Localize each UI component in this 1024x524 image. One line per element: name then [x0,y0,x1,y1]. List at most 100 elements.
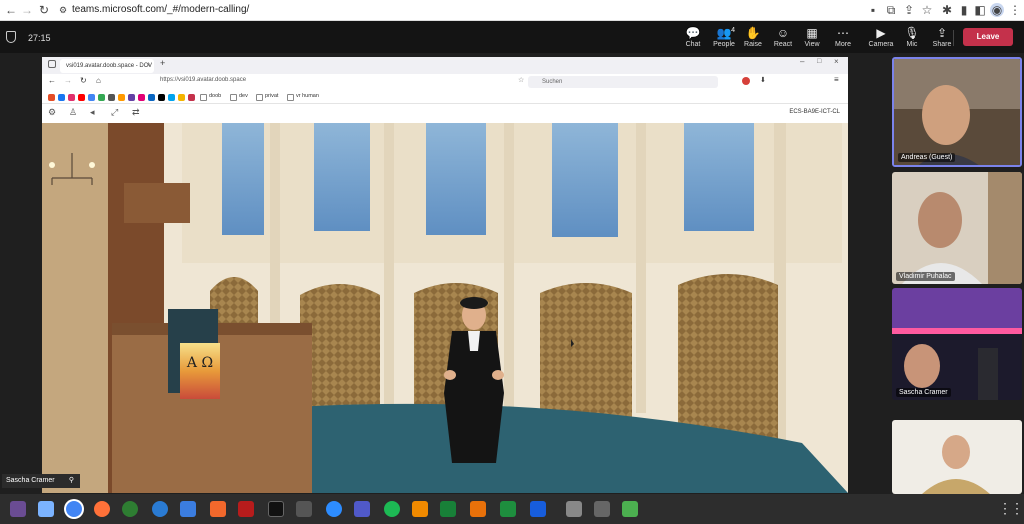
ff-search-field[interactable]: Suchen [528,76,718,88]
menu-icon[interactable]: ⋮ [1008,3,1022,17]
reading-list-icon[interactable]: ▮ [957,3,971,17]
ff-back-icon[interactable]: ← [48,76,56,85]
zoom-app-icon[interactable] [326,501,342,517]
side-panel-icon[interactable]: ◧ [973,3,987,17]
participant-name: Sascha Cramer [896,388,951,397]
bookmark-folder-vr-human[interactable]: vr human [296,93,319,99]
leave-button[interactable]: Leave [963,28,1013,46]
thunderbird-app-icon[interactable] [152,501,168,517]
ff-downloads-icon[interactable]: ⬇ [760,76,766,84]
vr-church-scene[interactable]: Α Ω [42,123,848,493]
participant-tile[interactable] [892,420,1022,494]
ff-extension-icon[interactable] [742,77,750,85]
toolbar-label: More [835,41,851,48]
software-app-icon[interactable] [210,501,226,517]
minimize-icon[interactable]: – [800,57,804,66]
ff-home-icon[interactable]: ⌂ [96,76,101,85]
terminal-app-icon[interactable] [268,501,284,517]
forward-icon[interactable]: → [20,3,34,17]
storage-icon[interactable] [594,501,610,517]
profile-avatar-icon[interactable]: ◉ [990,3,1004,17]
bookmark-icon[interactable] [168,94,175,101]
settings-icon[interactable]: ⚙ [48,107,56,118]
more-button[interactable]: ⋯ More [826,27,860,51]
participant-tile[interactable]: Andreas (Guest) [892,57,1022,167]
camera-button[interactable]: ▶ Camera [864,27,898,51]
zotero-app-icon[interactable] [238,501,254,517]
participant-video [892,288,1022,400]
ff-menu-icon[interactable]: ≡ [834,75,839,84]
participant-tile[interactable]: Vladimir Puhalac [892,172,1022,284]
bookmark-icon[interactable] [178,94,185,101]
bookmark-icon[interactable] [148,94,155,101]
participant-tile[interactable]: Sascha Cramer [892,288,1022,400]
display-icon[interactable]: ⇄ [132,107,140,118]
bookmark-icon[interactable] [188,94,195,101]
open-app-icon[interactable]: ⧉ [884,3,898,17]
vlc-app-icon[interactable] [412,501,428,517]
meeting-controls-bar: 27:15 💬 Chat 👥 4 People ✋ Raise ☺ React ▦ View ⋯ Mor… [0,21,1024,53]
bookmark-folder-doob[interactable]: doob [209,93,221,99]
mic-button[interactable]: 🎙 Mic [895,27,929,51]
teams-app-icon[interactable] [354,501,370,517]
bookmark-icon[interactable] [48,94,55,101]
extensions-icon[interactable]: ✱ [940,3,954,17]
spotify-app-icon[interactable] [384,501,400,517]
ff-reload-icon[interactable]: ↻ [80,76,87,85]
tool-app-icon[interactable] [296,501,312,517]
view-button[interactable]: ▦ View [795,27,829,51]
share-page-icon[interactable]: ⇪ [902,3,916,17]
chat-button[interactable]: 💬 Chat [676,27,710,51]
speaker-icon[interactable]: ◂ [90,107,95,118]
bitwarden-app-icon[interactable] [530,501,546,517]
usb-drive-icon[interactable] [566,501,582,517]
ff-url-field[interactable]: https://vsi019.avatar.doob.space [160,77,246,83]
mic-muted-icon: ⚲ [68,477,74,484]
bookmark-icon[interactable] [58,94,65,101]
reload-icon[interactable]: ↻ [37,3,51,17]
session-id-dropdown[interactable]: ECS-BA9E-ICT-CL [789,109,840,115]
bookmark-star-icon[interactable]: ☆ [920,3,934,17]
bookmark-icon[interactable] [88,94,95,101]
bookmark-icon[interactable] [138,94,145,101]
app-icon[interactable] [122,501,138,517]
ff-bookmark-star-icon[interactable]: ☆ [518,76,524,84]
back-icon[interactable]: ← [4,3,18,17]
user-icon[interactable]: ♙ [69,107,77,118]
bookmark-folder-dev[interactable]: dev [239,93,248,99]
bookmark-folder-privat[interactable]: privat [265,93,278,99]
bookmark-icon[interactable] [108,94,115,101]
spreadsheet-app-icon[interactable] [500,501,516,517]
maximize-icon[interactable]: □ [817,58,821,65]
document-app-icon[interactable] [180,501,196,517]
bookmark-icon[interactable] [98,94,105,101]
new-tab-icon[interactable]: + [160,58,165,68]
firefox-nav-bar: ← → ↻ ⌂ https://vsi019.avatar.doob.space… [42,74,848,91]
app-grid-icon[interactable]: ⋮⋮⋮ [998,500,1024,517]
trash-icon[interactable] [622,501,638,517]
chrome-app-icon[interactable] [66,501,82,517]
tab-overview-icon[interactable] [48,60,56,68]
pulpit-banner: Α Ω [180,343,220,399]
bookmark-icon[interactable] [78,94,85,101]
firefox-tab[interactable]: vsi019.avatar.doob.space - DCV × [60,59,154,73]
bookmark-icon[interactable] [118,94,125,101]
ff-bookmarks-bar: doob dev privat vr human [42,91,848,104]
files-app-icon[interactable] [10,501,26,517]
desktop-app-icon[interactable] [38,501,54,517]
bookmark-icon[interactable] [128,94,135,101]
bookmark-icon[interactable] [68,94,75,101]
ff-forward-icon[interactable]: → [64,76,72,85]
fullscreen-icon[interactable]: ⤢ [111,107,118,118]
firefox-app-icon[interactable] [94,501,110,517]
url-field[interactable]: teams.microsoft.com/_#/modern-calling/ [72,4,249,15]
presentation-app-icon[interactable] [470,501,486,517]
raise-button[interactable]: ✋ Raise [736,27,770,51]
close-window-icon[interactable]: × [834,57,839,66]
notes-app-icon[interactable] [440,501,456,517]
site-info-icon[interactable]: ⚙ [56,3,70,17]
participant-video [894,59,1020,165]
bookmark-icon[interactable] [158,94,165,101]
camera-indicator-icon[interactable]: ▪ [866,3,880,17]
close-tab-icon[interactable]: × [146,59,150,73]
